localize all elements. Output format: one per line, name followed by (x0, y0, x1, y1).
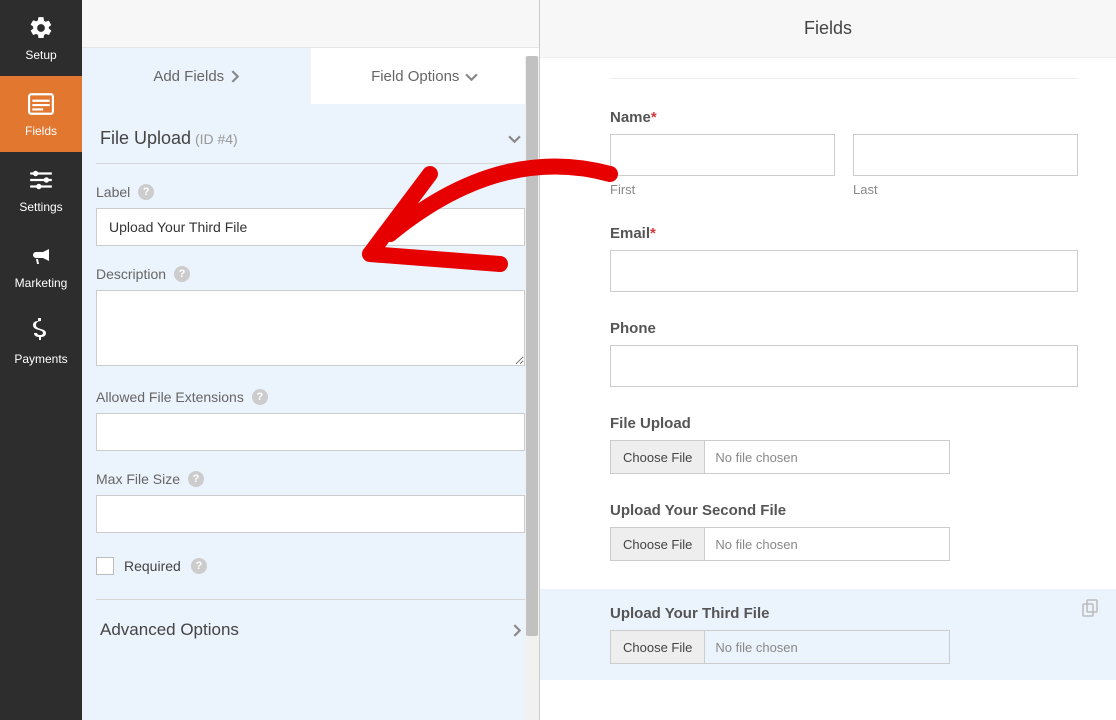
choose-file-button[interactable]: Choose File (611, 631, 705, 663)
section-header[interactable]: File Upload (ID #4) (96, 104, 525, 164)
help-icon[interactable]: ? (191, 558, 207, 574)
help-icon[interactable]: ? (174, 266, 190, 282)
sidebar-label: Fields (25, 124, 57, 138)
preview-field-phone[interactable]: Phone (610, 320, 1078, 387)
description-input[interactable] (96, 290, 525, 366)
sidebar-item-fields[interactable]: Fields (0, 76, 82, 152)
file-input-2[interactable]: Choose File No file chosen (610, 527, 950, 561)
advanced-options-toggle[interactable]: Advanced Options (96, 599, 525, 660)
preview-title: Fields (804, 18, 852, 39)
bullhorn-icon (27, 242, 55, 270)
first-name-input[interactable] (610, 134, 835, 176)
sidebar-label: Marketing (15, 276, 68, 290)
allowed-extensions-row: Allowed File Extensions ? (96, 389, 525, 451)
preview-field-name[interactable]: Name* First Last (610, 109, 1078, 197)
sidebar-item-payments[interactable]: Payments (0, 304, 82, 380)
section-title: File Upload (100, 128, 191, 148)
sliders-icon (27, 166, 55, 194)
field-label-text: Email (610, 225, 650, 242)
duplicate-icon[interactable] (1082, 599, 1100, 617)
sidebar-label: Payments (14, 352, 67, 366)
field-label-text: Phone (610, 320, 1078, 337)
choose-file-button[interactable]: Choose File (611, 528, 705, 560)
field-options-panel: Add Fields Field Options File Upload (ID… (82, 0, 540, 720)
sublabel-last: Last (853, 182, 1078, 197)
email-input[interactable] (610, 250, 1078, 292)
sidebar-item-settings[interactable]: Settings (0, 152, 82, 228)
file-status-text: No file chosen (705, 450, 807, 465)
field-label-text: Upload Your Third File (610, 605, 1078, 622)
max-file-size-input[interactable] (96, 495, 525, 533)
file-status-text: No file chosen (705, 640, 807, 655)
field-label-text: File Upload (610, 415, 1078, 432)
chevron-right-icon (230, 70, 239, 83)
phone-input[interactable] (610, 345, 1078, 387)
form-preview-panel: Fields Name* First Last (540, 0, 1116, 720)
label-text: Description (96, 266, 166, 282)
required-label: Required (124, 558, 181, 574)
required-asterisk: * (651, 109, 657, 126)
preview-header: Fields (540, 0, 1116, 58)
help-icon[interactable]: ? (188, 471, 204, 487)
tab-label: Field Options (371, 68, 459, 85)
max-file-size-row: Max File Size ? (96, 471, 525, 533)
chevron-down-icon (508, 134, 521, 143)
field-label-text: Name (610, 109, 651, 126)
options-scroll-area[interactable]: File Upload (ID #4) Label ? Description … (82, 104, 539, 720)
main-sidebar: Setup Fields Settings Marketing Payments (0, 0, 82, 720)
dollar-icon (27, 318, 55, 346)
file-status-text: No file chosen (705, 537, 807, 552)
sidebar-label: Settings (19, 200, 62, 214)
field-label-text: Upload Your Second File (610, 502, 1078, 519)
scrollbar-thumb[interactable] (526, 56, 538, 636)
tab-field-options[interactable]: Field Options (311, 48, 540, 104)
choose-file-button[interactable]: Choose File (611, 441, 705, 473)
label-input[interactable] (96, 208, 525, 246)
help-icon[interactable]: ? (252, 389, 268, 405)
chevron-down-icon (465, 72, 478, 81)
divider (610, 78, 1078, 79)
tab-label: Add Fields (153, 68, 224, 85)
scrollbar-track[interactable] (525, 56, 539, 720)
label-text: Allowed File Extensions (96, 389, 244, 405)
sidebar-item-setup[interactable]: Setup (0, 0, 82, 76)
advanced-label: Advanced Options (100, 620, 239, 640)
last-name-input[interactable] (853, 134, 1078, 176)
sidebar-label: Setup (25, 48, 56, 62)
description-row: Description ? (96, 266, 525, 369)
form-icon (27, 90, 55, 118)
gear-icon (27, 14, 55, 42)
preview-field-email[interactable]: Email* (610, 225, 1078, 292)
sublabel-first: First (610, 182, 835, 197)
label-text: Label (96, 184, 130, 200)
chevron-right-icon (512, 624, 521, 637)
panel-tabs: Add Fields Field Options (82, 48, 539, 104)
required-asterisk: * (650, 225, 656, 242)
help-icon[interactable]: ? (138, 184, 154, 200)
preview-field-second-file[interactable]: Upload Your Second File Choose File No f… (610, 502, 1078, 561)
file-input-3[interactable]: Choose File No file chosen (610, 630, 950, 664)
section-id: (ID #4) (195, 131, 238, 147)
sidebar-item-marketing[interactable]: Marketing (0, 228, 82, 304)
preview-field-file-upload[interactable]: File Upload Choose File No file chosen (610, 415, 1078, 474)
allowed-extensions-input[interactable] (96, 413, 525, 451)
preview-field-third-file-selected[interactable]: Upload Your Third File Choose File No fi… (540, 589, 1116, 680)
preview-body[interactable]: Name* First Last Email* (540, 58, 1116, 720)
required-checkbox[interactable] (96, 557, 114, 575)
label-text: Max File Size (96, 471, 180, 487)
label-row: Label ? (96, 184, 525, 246)
panel-header-bar (82, 0, 539, 48)
tab-add-fields[interactable]: Add Fields (82, 48, 311, 104)
required-row: Required ? (96, 557, 525, 575)
file-input-1[interactable]: Choose File No file chosen (610, 440, 950, 474)
